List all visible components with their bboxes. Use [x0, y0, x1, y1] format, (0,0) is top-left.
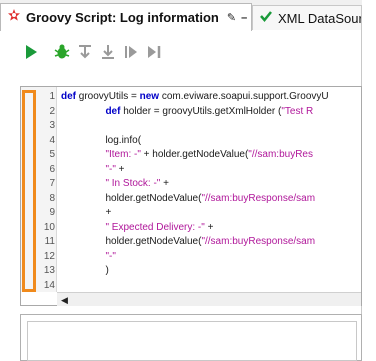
code-line: holder.getNodeValue("//sam:buyResponse/s…: [61, 234, 315, 249]
code-text: log.info(: [61, 134, 142, 146]
code-line: " Expected Delivery: -" +: [61, 220, 213, 235]
tab-label: XML DataSour: [278, 10, 362, 26]
code-string: "//sam:buyResponse/sam: [201, 192, 316, 204]
line-number: 12: [43, 250, 55, 262]
code-text: ): [61, 265, 109, 276]
line-number: 14: [43, 279, 55, 291]
line-number: 3: [49, 120, 55, 131]
step-into-icon[interactable]: [99, 43, 117, 61]
horizontal-scrollbar[interactable]: ◀: [57, 292, 361, 306]
code-string: "-": [105, 163, 116, 175]
code-text: holder = groovyUtils.getXmlHolder (: [120, 105, 282, 117]
line-number: 7: [49, 178, 55, 189]
log-output-panel: [20, 314, 362, 361]
code-string: "Item: -": [105, 149, 141, 160]
line-number: 8: [49, 192, 55, 204]
code-line: def holder = groovyUtils.getXmlHolder ("…: [61, 104, 313, 119]
code-text: holder.getNodeValue(: [61, 192, 202, 204]
code-line: "Item: -" + holder.getNodeValue("//sam:b…: [61, 147, 313, 162]
checkmark-icon: [259, 9, 273, 28]
code-line: ): [61, 263, 109, 278]
code-keyword: new: [139, 91, 160, 102]
code-text: + holder.getNodeValue(: [140, 149, 249, 160]
line-number: 11: [44, 236, 55, 247]
code-line: def groovyUtils = new com.eviware.soapui…: [61, 89, 329, 104]
code-line: holder.getNodeValue("//sam:buyResponse/s…: [61, 191, 315, 206]
code-string: " Expected Delivery: -": [105, 221, 205, 233]
groovy-script-window: Groovy Script: Log information ✎ – ✕ XML…: [0, 0, 362, 361]
code-text: groovyUtils =: [76, 91, 140, 102]
line-number: 9: [49, 207, 55, 218]
line-number: 6: [49, 163, 55, 175]
code-string: " In Stock: -": [105, 178, 161, 189]
gutter-highlight-box: [22, 90, 36, 292]
step-over-icon[interactable]: [76, 43, 94, 61]
code-text: com.eviware.soapui.support.GroovyU: [159, 91, 329, 102]
line-number: 1: [49, 91, 55, 102]
line-number: 2: [49, 105, 55, 117]
pin-icon[interactable]: ✎: [227, 11, 236, 24]
code-line: " In Stock: -" +: [61, 176, 169, 191]
debug-bug-icon[interactable]: [53, 43, 71, 61]
groovy-star-icon: [7, 8, 21, 27]
line-number: 5: [49, 149, 55, 160]
run-icon[interactable]: [22, 43, 40, 61]
code-text: +: [61, 207, 112, 218]
code-text: +: [204, 221, 214, 233]
toolbar: [0, 31, 362, 73]
line-number: 10: [43, 221, 55, 233]
code-line: "-" +: [61, 162, 125, 177]
code-line: +: [61, 205, 111, 220]
code-text: +: [160, 178, 169, 189]
scroll-left-icon[interactable]: ◀: [61, 295, 68, 306]
tab-xml-datasource[interactable]: XML DataSour: [252, 5, 362, 30]
line-number: 4: [49, 134, 55, 146]
tab-bar: Groovy Script: Log information ✎ – ✕ XML…: [0, 0, 362, 31]
tab-groovy-script[interactable]: Groovy Script: Log information ✎ – ✕: [0, 3, 261, 31]
code-string: "//sam:buyRes: [248, 149, 313, 160]
code-line: "-": [61, 249, 116, 264]
script-editor[interactable]: 1 2 3 4 5 6 7 8 9 10 11 12 13 14 def groovyUtils = new…: [20, 86, 362, 306]
resume-icon[interactable]: [122, 43, 140, 61]
tab-label: Groovy Script: Log information: [26, 10, 219, 25]
code-keyword: def: [61, 91, 76, 102]
log-output-area[interactable]: [27, 321, 357, 361]
code-string: "Test R: [281, 105, 314, 117]
code-line: log.info(: [61, 133, 141, 148]
code-text: holder.getNodeValue(: [61, 236, 202, 247]
code-keyword: def: [105, 105, 121, 117]
code-string: "//sam:buyResponse/sam: [201, 236, 316, 247]
code-string: "-": [105, 250, 116, 262]
run-to-end-icon[interactable]: [145, 43, 163, 61]
line-number: 13: [43, 265, 55, 276]
code-text: +: [115, 163, 125, 175]
minimize-icon[interactable]: –: [241, 12, 247, 24]
